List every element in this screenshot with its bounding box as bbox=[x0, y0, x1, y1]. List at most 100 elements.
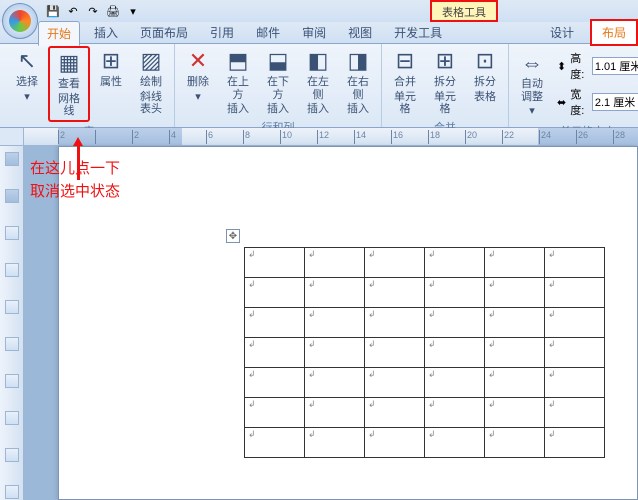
table-cell[interactable]: ↲ bbox=[425, 248, 485, 278]
table-cell[interactable]: ↲ bbox=[245, 248, 305, 278]
quick-access-toolbar: 💾 ↶ ↷ 🖨 ▾ bbox=[44, 3, 142, 19]
table-cell[interactable]: ↲ bbox=[485, 428, 545, 458]
tab-home[interactable]: 开始 bbox=[38, 21, 80, 46]
table-cell[interactable]: ↲ bbox=[485, 308, 545, 338]
table-cell[interactable]: ↲ bbox=[305, 278, 365, 308]
table-cell[interactable]: ↲ bbox=[365, 398, 425, 428]
ribbon-tabs: 开始 插入 页面布局 引用 邮件 审阅 视图 开发工具 设计 布局 bbox=[0, 22, 638, 44]
table-cell[interactable]: ↲ bbox=[425, 398, 485, 428]
split-cells-button[interactable]: ⊞ 拆分单元格 bbox=[426, 46, 464, 118]
split-icon: ⊞ bbox=[430, 48, 460, 74]
undo-icon[interactable]: ↶ bbox=[64, 3, 82, 19]
title-bar: 💾 ↶ ↷ 🖨 ▾ bbox=[0, 0, 638, 22]
table-cell[interactable]: ↲ bbox=[545, 398, 605, 428]
table-cell[interactable]: ↲ bbox=[365, 428, 425, 458]
split-table-icon: ⊡ bbox=[470, 48, 500, 74]
table-cell[interactable]: ↲ bbox=[545, 368, 605, 398]
table-cell[interactable]: ↲ bbox=[545, 428, 605, 458]
table-cell[interactable]: ↲ bbox=[305, 428, 365, 458]
delete-button[interactable]: ✕ 删除▾ bbox=[179, 46, 217, 118]
width-input[interactable] bbox=[592, 93, 638, 111]
table-cell[interactable]: ↲ bbox=[425, 368, 485, 398]
table-cell[interactable]: ↲ bbox=[425, 278, 485, 308]
table-cell[interactable]: ↲ bbox=[245, 278, 305, 308]
tab-layout[interactable]: 布局 bbox=[590, 19, 638, 46]
table-cell[interactable]: ↲ bbox=[545, 308, 605, 338]
group-merge: ⊟ 合并单元格 ⊞ 拆分单元格 ⊡ 拆分表格 合并 bbox=[382, 44, 509, 127]
table-cell[interactable]: ↲ bbox=[245, 338, 305, 368]
document-table[interactable]: ↲↲↲↲↲↲↲↲↲↲↲↲↲↲↲↲↲↲↲↲↲↲↲↲↲↲↲↲↲↲↲↲↲↲↲↲↲↲↲↲… bbox=[244, 247, 605, 458]
table-cell[interactable]: ↲ bbox=[305, 248, 365, 278]
horizontal-ruler[interactable]: 2246810121416182022242628 bbox=[24, 128, 638, 146]
delete-icon: ✕ bbox=[183, 48, 213, 74]
insert-below-button[interactable]: ⬓ 在下方插入 bbox=[259, 46, 297, 118]
table-cell[interactable]: ↲ bbox=[245, 428, 305, 458]
table-cell[interactable]: ↲ bbox=[245, 398, 305, 428]
autofit-button[interactable]: ⇔ 自动调整▾ bbox=[513, 48, 551, 120]
draw-diagonal-button[interactable]: ▨ 绘制 斜线表头 bbox=[132, 46, 170, 122]
tab-insert[interactable]: 插入 bbox=[86, 21, 126, 44]
row-height-spinner[interactable]: ⬍ 高度: ▲▼ bbox=[557, 50, 638, 82]
tab-mailings[interactable]: 邮件 bbox=[248, 21, 288, 44]
insert-above-button[interactable]: ⬒ 在上方插入 bbox=[219, 46, 257, 118]
select-button[interactable]: ↖ 选择▾ bbox=[8, 46, 46, 122]
office-button[interactable] bbox=[2, 3, 38, 39]
table-cell[interactable]: ↲ bbox=[305, 338, 365, 368]
table-cell[interactable]: ↲ bbox=[485, 398, 545, 428]
table-move-handle[interactable]: ✥ bbox=[226, 229, 240, 243]
table-cell[interactable]: ↲ bbox=[485, 278, 545, 308]
table-cell[interactable]: ↲ bbox=[245, 368, 305, 398]
table-cell[interactable]: ↲ bbox=[545, 248, 605, 278]
vertical-ruler[interactable] bbox=[0, 146, 24, 500]
contextual-tab-header: 表格工具 bbox=[430, 0, 498, 22]
save-icon[interactable]: 💾 bbox=[44, 3, 62, 19]
height-input[interactable] bbox=[592, 57, 638, 75]
merge-cells-button[interactable]: ⊟ 合并单元格 bbox=[386, 46, 424, 118]
tab-pagelayout[interactable]: 页面布局 bbox=[132, 21, 196, 44]
ribbon: ↖ 选择▾ ▦ 查看 网格线 ⊞ 属性 ▨ 绘制 斜线表头 表 ✕ 删 bbox=[0, 44, 638, 128]
group-table: ↖ 选择▾ ▦ 查看 网格线 ⊞ 属性 ▨ 绘制 斜线表头 表 bbox=[4, 44, 175, 127]
table-cell[interactable]: ↲ bbox=[245, 308, 305, 338]
redo-icon[interactable]: ↷ bbox=[84, 3, 102, 19]
table-cell[interactable]: ↲ bbox=[425, 428, 485, 458]
table-cell[interactable]: ↲ bbox=[365, 278, 425, 308]
table-cell[interactable]: ↲ bbox=[485, 368, 545, 398]
col-width-spinner[interactable]: ⬌ 宽度: ▲▼ bbox=[557, 86, 638, 118]
table-cell[interactable]: ↲ bbox=[485, 248, 545, 278]
print-icon[interactable]: 🖨 bbox=[104, 3, 122, 19]
tab-design[interactable]: 设计 bbox=[540, 21, 584, 44]
table-container: ✥ ↲↲↲↲↲↲↲↲↲↲↲↲↲↲↲↲↲↲↲↲↲↲↲↲↲↲↲↲↲↲↲↲↲↲↲↲↲↲… bbox=[244, 247, 605, 458]
insert-left-button[interactable]: ◧ 在左侧插入 bbox=[299, 46, 337, 118]
table-cell[interactable]: ↲ bbox=[485, 338, 545, 368]
insert-below-icon: ⬓ bbox=[263, 48, 293, 74]
insert-right-button[interactable]: ◨ 在右侧插入 bbox=[339, 46, 377, 118]
table-cell[interactable]: ↲ bbox=[425, 308, 485, 338]
arrow-icon bbox=[77, 146, 80, 180]
qat-more-icon[interactable]: ▾ bbox=[124, 3, 142, 19]
table-cell[interactable]: ↲ bbox=[545, 338, 605, 368]
table-cell[interactable]: ↲ bbox=[545, 278, 605, 308]
table-cell[interactable]: ↲ bbox=[305, 398, 365, 428]
tab-view[interactable]: 视图 bbox=[340, 21, 380, 44]
grid-icon: ▦ bbox=[54, 50, 84, 76]
properties-icon: ⊞ bbox=[96, 48, 126, 74]
ruler-corner bbox=[0, 128, 24, 146]
table-cell[interactable]: ↲ bbox=[305, 308, 365, 338]
group-rows-cols: ✕ 删除▾ ⬒ 在上方插入 ⬓ 在下方插入 ◧ 在左侧插入 ◨ 在右侧插入 行和… bbox=[175, 44, 382, 127]
tab-references[interactable]: 引用 bbox=[202, 21, 242, 44]
table-cell[interactable]: ↲ bbox=[365, 248, 425, 278]
split-table-button[interactable]: ⊡ 拆分表格 bbox=[466, 46, 504, 118]
table-cell[interactable]: ↲ bbox=[365, 308, 425, 338]
document-area: 2246810121416182022242628 在这儿点一下 取消选中状态 … bbox=[0, 128, 638, 500]
table-cell[interactable]: ↲ bbox=[365, 368, 425, 398]
tab-review[interactable]: 审阅 bbox=[294, 21, 334, 44]
table-cell[interactable]: ↲ bbox=[365, 338, 425, 368]
height-icon: ⬍ bbox=[557, 60, 566, 73]
view-gridlines-button[interactable]: ▦ 查看 网格线 bbox=[48, 46, 90, 122]
table-cell[interactable]: ↲ bbox=[305, 368, 365, 398]
diagonal-icon: ▨ bbox=[136, 48, 166, 74]
table-cell[interactable]: ↲ bbox=[425, 338, 485, 368]
tab-developer[interactable]: 开发工具 bbox=[386, 21, 450, 44]
document-page[interactable]: ✥ ↲↲↲↲↲↲↲↲↲↲↲↲↲↲↲↲↲↲↲↲↲↲↲↲↲↲↲↲↲↲↲↲↲↲↲↲↲↲… bbox=[58, 146, 638, 500]
properties-button[interactable]: ⊞ 属性 bbox=[92, 46, 130, 122]
